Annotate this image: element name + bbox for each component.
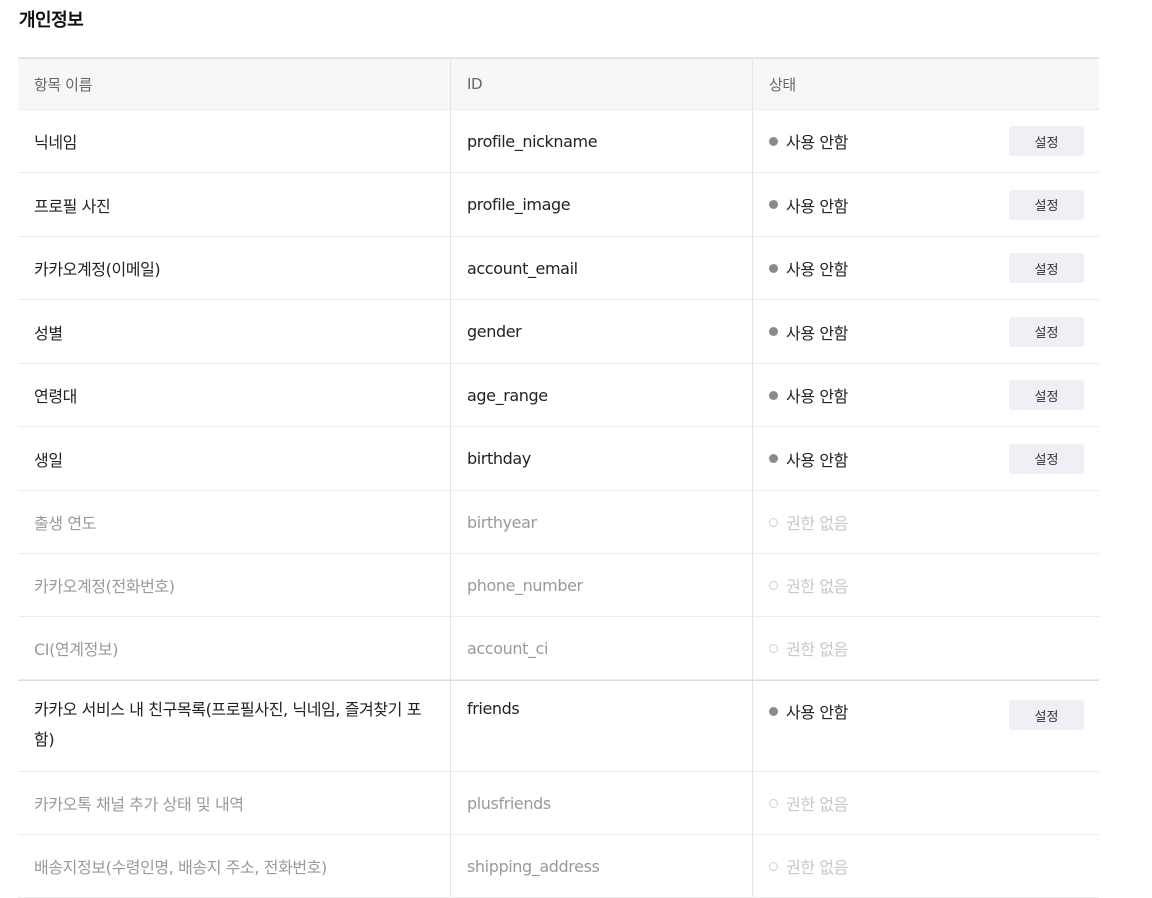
status-badge: 권한 없음 xyxy=(769,791,848,815)
status-dot-icon xyxy=(769,454,778,463)
item-name: 연령대 xyxy=(18,364,451,426)
status-text: 사용 안함 xyxy=(786,196,848,216)
header-id: ID xyxy=(451,59,753,109)
status-text: 권한 없음 xyxy=(786,514,848,533)
item-name: 출생 연도 xyxy=(18,491,451,553)
item-id: shipping_address xyxy=(451,835,753,897)
item-status-cell: 사용 안함 설정 xyxy=(753,300,1099,363)
status-badge: 사용 안함 xyxy=(769,193,848,217)
item-id: account_ci xyxy=(451,617,753,679)
item-status-cell: 권한 없음 xyxy=(753,491,1099,553)
status-badge: 사용 안함 xyxy=(769,320,848,344)
item-name: 카카오톡 채널 추가 상태 및 내역 xyxy=(18,772,451,834)
setting-button[interactable]: 설정 xyxy=(1009,126,1084,156)
section-title: 개인정보 xyxy=(19,10,84,31)
status-text: 사용 안함 xyxy=(786,703,848,722)
item-status-cell: 권한 없음 xyxy=(753,835,1099,897)
status-dot-icon xyxy=(769,861,778,871)
status-badge: 사용 안함 xyxy=(769,256,848,280)
status-dot-icon xyxy=(769,200,778,209)
status-badge: 권한 없음 xyxy=(769,510,848,534)
item-status-cell: 사용 안함 설정 xyxy=(753,173,1099,236)
item-name: 닉네임 xyxy=(18,110,451,172)
status-dot-icon xyxy=(769,580,778,590)
item-name: 배송지정보(수령인명, 배송지 주소, 전화번호) xyxy=(18,835,451,897)
item-status-cell: 권한 없음 xyxy=(753,772,1099,834)
status-dot-icon xyxy=(769,136,778,146)
table-row: 생일 birthday 사용 안함 설정 xyxy=(18,427,1099,491)
status-text: 권한 없음 xyxy=(786,640,848,659)
item-name: 프로필 사진 xyxy=(18,173,451,236)
table-row: 닉네임 profile_nickname 사용 안함 설정 xyxy=(18,110,1099,173)
table-row: 프로필 사진 profile_image 사용 안함 설정 xyxy=(18,173,1099,237)
status-badge: 사용 안함 xyxy=(769,447,848,471)
item-id: account_email xyxy=(451,237,753,299)
item-id: gender xyxy=(451,300,753,363)
setting-button[interactable]: 설정 xyxy=(1009,253,1084,283)
status-dot-icon xyxy=(769,706,778,716)
item-id: profile_image xyxy=(451,173,753,236)
status-text: 사용 안함 xyxy=(786,387,848,406)
status-text: 사용 안함 xyxy=(786,323,848,343)
item-id: plusfriends xyxy=(451,772,753,834)
table-row: 카카오계정(이메일) account_email 사용 안함 설정 xyxy=(18,237,1099,300)
status-dot-icon xyxy=(769,390,778,400)
item-id: age_range xyxy=(451,364,753,426)
table-row: 출생 연도 birthyear 권한 없음 xyxy=(18,491,1099,554)
status-text: 사용 안함 xyxy=(786,450,848,470)
table-row: 카카오계정(전화번호) phone_number 권한 없음 xyxy=(18,554,1099,617)
item-status-cell: 사용 안함 설정 xyxy=(753,364,1099,426)
status-dot-icon xyxy=(769,798,778,808)
table-row: 성별 gender 사용 안함 설정 xyxy=(18,300,1099,364)
status-badge: 권한 없음 xyxy=(769,573,848,597)
status-text: 사용 안함 xyxy=(786,133,848,152)
table-row: 배송지정보(수령인명, 배송지 주소, 전화번호) shipping_addre… xyxy=(18,835,1099,898)
item-name: 카카오계정(이메일) xyxy=(18,237,451,299)
status-dot-icon xyxy=(769,643,778,653)
status-text: 권한 없음 xyxy=(786,795,848,814)
item-name: 카카오 서비스 내 친구목록(프로필사진, 닉네임, 즐겨찾기 포함) xyxy=(18,681,451,771)
setting-button[interactable]: 설정 xyxy=(1009,700,1084,730)
item-status-cell: 권한 없음 xyxy=(753,617,1099,679)
item-id: phone_number xyxy=(451,554,753,616)
item-status-cell: 권한 없음 xyxy=(753,554,1099,616)
setting-button[interactable]: 설정 xyxy=(1009,443,1084,474)
item-id: friends xyxy=(451,681,753,771)
item-id: profile_nickname xyxy=(451,110,753,172)
setting-button[interactable]: 설정 xyxy=(1009,189,1084,220)
table-row: CI(연계정보) account_ci 권한 없음 xyxy=(18,617,1099,680)
item-status-cell: 사용 안함 설정 xyxy=(753,237,1099,299)
item-status-cell: 사용 안함 설정 xyxy=(753,110,1099,172)
header-status: 상태 xyxy=(769,75,796,94)
item-name: CI(연계정보) xyxy=(18,617,451,679)
status-badge: 사용 안함 xyxy=(769,699,848,723)
item-name: 카카오계정(전화번호) xyxy=(18,554,451,616)
consent-items-table: 항목 이름 ID 상태 닉네임 profile_nickname 사용 안함 설… xyxy=(18,57,1099,898)
table-row: 카카오 서비스 내 친구목록(프로필사진, 닉네임, 즐겨찾기 포함) frie… xyxy=(18,680,1099,772)
table-row: 연령대 age_range 사용 안함 설정 xyxy=(18,364,1099,427)
header-item-name: 항목 이름 xyxy=(18,59,451,109)
item-status-cell: 사용 안함 설정 xyxy=(753,681,1099,771)
item-status-cell: 사용 안함 설정 xyxy=(753,427,1099,490)
status-text: 권한 없음 xyxy=(786,858,848,877)
status-dot-icon xyxy=(769,327,778,336)
status-badge: 권한 없음 xyxy=(769,636,848,660)
status-badge: 사용 안함 xyxy=(769,129,848,153)
table-header: 항목 이름 ID 상태 xyxy=(18,59,1099,110)
status-dot-icon xyxy=(769,263,778,273)
item-id: birthyear xyxy=(451,491,753,553)
item-name: 생일 xyxy=(18,427,451,490)
setting-button[interactable]: 설정 xyxy=(1009,316,1084,347)
item-id: birthday xyxy=(451,427,753,490)
table-row: 카카오톡 채널 추가 상태 및 내역 plusfriends 권한 없음 xyxy=(18,772,1099,835)
status-badge: 권한 없음 xyxy=(769,854,848,878)
status-text: 사용 안함 xyxy=(786,260,848,279)
status-badge: 사용 안함 xyxy=(769,383,848,407)
setting-button[interactable]: 설정 xyxy=(1009,380,1084,410)
item-name: 성별 xyxy=(18,300,451,363)
status-dot-icon xyxy=(769,517,778,527)
status-text: 권한 없음 xyxy=(786,577,848,596)
